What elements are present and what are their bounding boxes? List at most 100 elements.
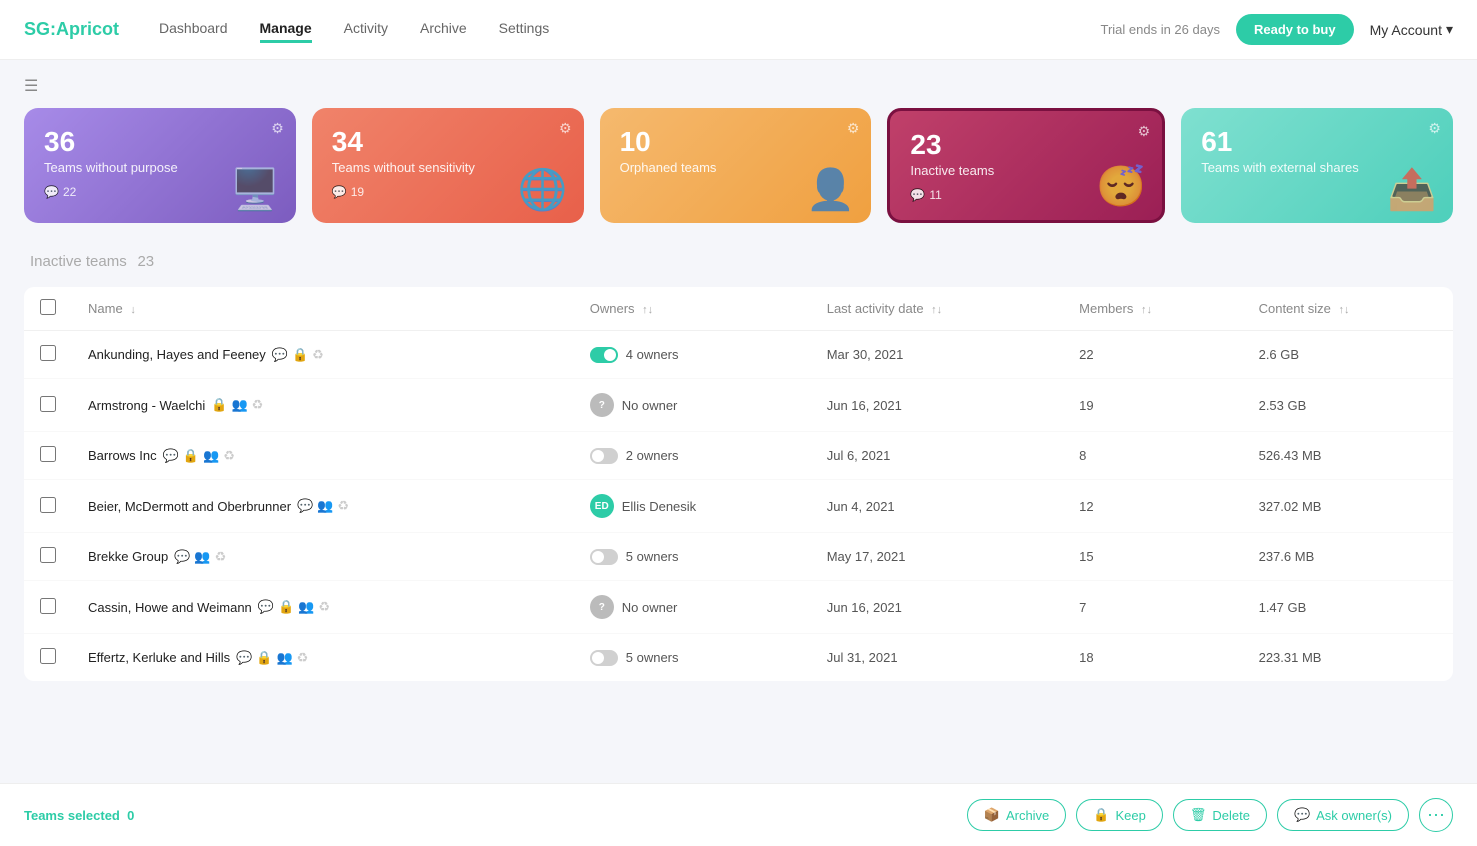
row-checkbox[interactable]	[40, 598, 56, 614]
team-action-icons: 💬👥 ♻	[174, 549, 226, 565]
row-checkbox[interactable]	[40, 648, 56, 664]
gear-icon-purpose[interactable]: ⚙	[271, 120, 284, 137]
content-size: 237.6 MB	[1243, 533, 1453, 581]
comment-icon[interactable]: 💬	[236, 650, 252, 666]
stat-card-without-purpose[interactable]: ⚙ 36 Teams without purpose 💬 22 🖥️	[24, 108, 296, 223]
filter-icon[interactable]: ☰	[24, 76, 38, 96]
team-name-text[interactable]: Barrows Inc	[88, 448, 157, 463]
sort-owners-icon[interactable]: ↑↓	[642, 304, 653, 316]
sort-content-icon[interactable]: ↑↓	[1338, 304, 1349, 316]
gear-icon-external[interactable]: ⚙	[1428, 120, 1441, 137]
header-members[interactable]: Members ↑↓	[1063, 287, 1242, 331]
buy-button[interactable]: Ready to buy	[1236, 14, 1354, 45]
row-checkbox[interactable]	[40, 396, 56, 412]
owner-toggle[interactable]	[590, 448, 618, 464]
lock-icon[interactable]: 🔒	[211, 397, 227, 413]
row-checkbox[interactable]	[40, 345, 56, 361]
header-owners[interactable]: Owners ↑↓	[574, 287, 811, 331]
selected-label: Teams selected	[24, 808, 120, 823]
header-last-activity[interactable]: Last activity date ↑↓	[811, 287, 1063, 331]
main-content: ☰ ⚙ 36 Teams without purpose 💬 22 🖥️ ⚙ 3…	[0, 60, 1477, 697]
owner-avatar: ED	[590, 494, 614, 518]
more-button[interactable]: ⋯	[1419, 798, 1453, 832]
trial-text: Trial ends in 26 days	[1100, 22, 1219, 37]
account-button[interactable]: My Account ▾	[1370, 21, 1453, 38]
owner-toggle[interactable]	[590, 549, 618, 565]
delete-button[interactable]: 🗑 Delete	[1173, 799, 1267, 831]
lock-icon[interactable]: 🔒	[183, 448, 199, 464]
comment-icon[interactable]: 💬	[163, 448, 179, 464]
team-name-text[interactable]: Beier, McDermott and Oberbrunner	[88, 499, 291, 514]
comment-icon[interactable]: 💬	[297, 498, 313, 514]
last-activity-date: Jun 4, 2021	[811, 480, 1063, 533]
lock-icon[interactable]: 🔒	[256, 650, 272, 666]
comment-icon[interactable]: 💬	[258, 599, 274, 615]
team-name-text[interactable]: Ankunding, Hayes and Feeney	[88, 347, 266, 362]
group-icon[interactable]: 👥	[276, 650, 292, 666]
keep-button[interactable]: 🔒 Keep	[1076, 799, 1163, 831]
header-name[interactable]: Name ↓	[72, 287, 574, 331]
nav-links: Dashboard Manage Activity Archive Settin…	[159, 16, 1100, 43]
owner-toggle[interactable]	[590, 650, 618, 666]
owner-cell: 4 owners	[590, 347, 795, 363]
lock-icon[interactable]: 🔒	[278, 599, 294, 615]
group-icon[interactable]: 👥	[231, 397, 247, 413]
nav-archive[interactable]: Archive	[420, 16, 467, 43]
owner-text: No owner	[622, 600, 678, 615]
stat-card-without-sensitivity[interactable]: ⚙ 34 Teams without sensitivity 💬 19 🌐	[312, 108, 584, 223]
sort-name-icon[interactable]: ↓	[130, 304, 136, 316]
group-icon[interactable]: 👥	[317, 498, 333, 514]
chat-icon-inactive: 💬	[910, 188, 925, 202]
recycle-icon[interactable]: ♻	[337, 498, 349, 514]
comment-icon[interactable]: 💬	[272, 347, 288, 363]
team-name-text[interactable]: Effertz, Kerluke and Hills	[88, 650, 230, 665]
team-name-text[interactable]: Cassin, Howe and Weimann	[88, 600, 252, 615]
section-count: 23	[137, 253, 154, 270]
archive-button[interactable]: 📦 Archive	[967, 799, 1067, 831]
owner-text: 5 owners	[626, 549, 679, 564]
teams-table: Name ↓ Owners ↑↓ Last activity date ↑↓ M…	[24, 287, 1453, 681]
lock-icon[interactable]: 🔒	[292, 347, 308, 363]
recycle-icon[interactable]: ♻	[297, 650, 309, 666]
group-icon[interactable]: 👥	[298, 599, 314, 615]
select-all-checkbox[interactable]	[40, 299, 56, 315]
stat-card-orphaned[interactable]: ⚙ 10 Orphaned teams 👤	[600, 108, 872, 223]
owner-toggle[interactable]	[590, 347, 618, 363]
comment-icon[interactable]: 💬	[174, 549, 190, 565]
ask-owners-button[interactable]: 💬 Ask owner(s)	[1277, 799, 1409, 831]
owner-text: 4 owners	[626, 347, 679, 362]
recycle-icon[interactable]: ♻	[252, 397, 264, 413]
sort-activity-icon[interactable]: ↑↓	[931, 304, 942, 316]
nav-dashboard[interactable]: Dashboard	[159, 16, 228, 43]
section-title: Inactive teams 23	[24, 251, 1453, 271]
recycle-icon[interactable]: ♻	[215, 549, 227, 565]
sort-members-icon[interactable]: ↑↓	[1141, 304, 1152, 316]
nav-manage[interactable]: Manage	[260, 16, 312, 43]
table-header-row: Name ↓ Owners ↑↓ Last activity date ↑↓ M…	[24, 287, 1453, 331]
group-icon[interactable]: 👥	[194, 549, 210, 565]
owner-text: Ellis Denesik	[622, 499, 696, 514]
row-checkbox[interactable]	[40, 446, 56, 462]
last-activity-date: Jul 6, 2021	[811, 432, 1063, 480]
ask-owners-label: Ask owner(s)	[1316, 808, 1392, 823]
member-count: 22	[1063, 331, 1242, 379]
row-checkbox[interactable]	[40, 547, 56, 563]
last-activity-date: Jun 16, 2021	[811, 581, 1063, 634]
gear-icon-orphaned[interactable]: ⚙	[847, 120, 860, 137]
stat-img-orphaned: 👤	[806, 166, 856, 213]
team-name-text[interactable]: Armstrong - Waelchi	[88, 398, 205, 413]
recycle-icon[interactable]: ♻	[318, 599, 330, 615]
gear-icon-inactive[interactable]: ⚙	[1138, 123, 1151, 140]
stat-card-external[interactable]: ⚙ 61 Teams with external shares 📤	[1181, 108, 1453, 223]
recycle-icon[interactable]: ♻	[223, 448, 235, 464]
nav-settings[interactable]: Settings	[499, 16, 550, 43]
header-content-size[interactable]: Content size ↑↓	[1243, 287, 1453, 331]
group-icon[interactable]: 👥	[203, 448, 219, 464]
recycle-icon[interactable]: ♻	[312, 347, 324, 363]
nav-activity[interactable]: Activity	[344, 16, 388, 43]
stat-card-inactive[interactable]: ⚙ 23 Inactive teams 💬 11 😴	[887, 108, 1165, 223]
gear-icon-sensitivity[interactable]: ⚙	[559, 120, 572, 137]
team-name-text[interactable]: Brekke Group	[88, 549, 168, 564]
logo-sg: SG:	[24, 19, 56, 39]
row-checkbox[interactable]	[40, 497, 56, 513]
